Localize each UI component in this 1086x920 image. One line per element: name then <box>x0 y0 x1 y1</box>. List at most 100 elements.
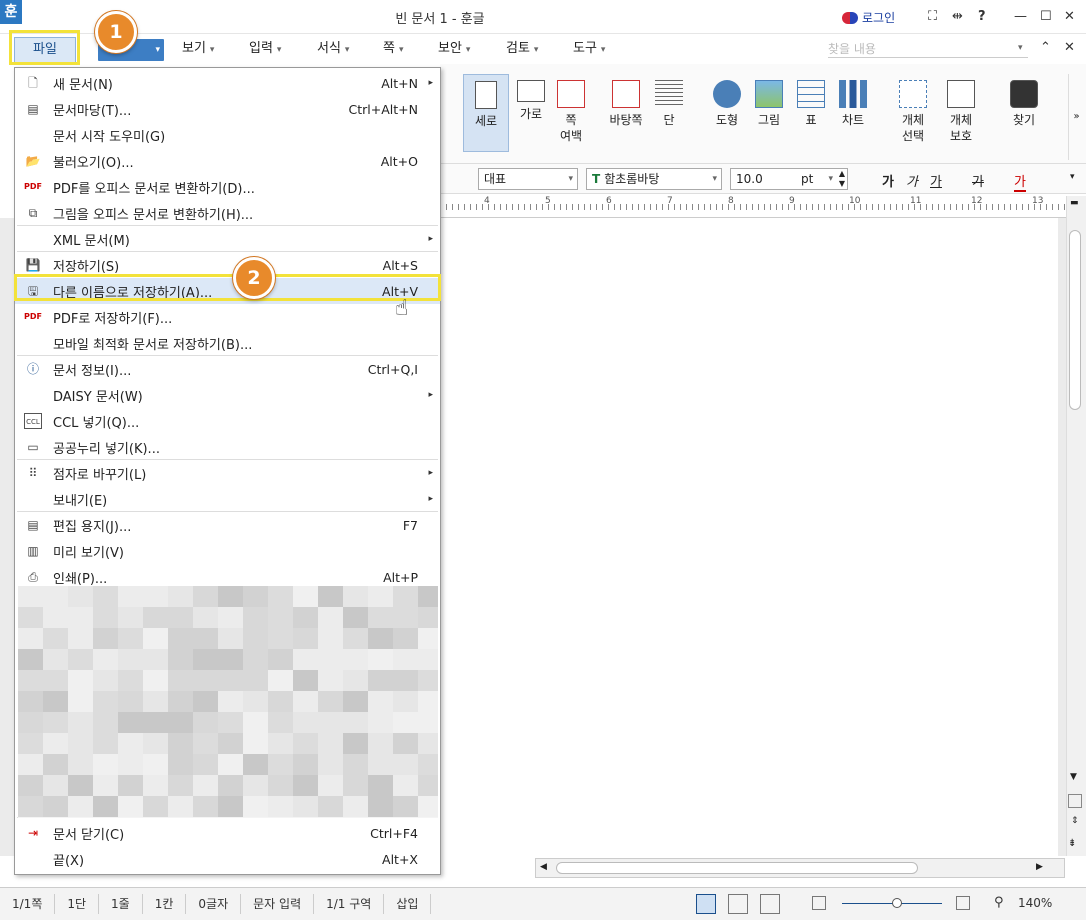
menu-item-ccl[interactable]: CCL CCL 넣기(Q)... <box>15 408 440 434</box>
menu-item-page-setup[interactable]: ▤ 편집 용지(J)... F7 <box>15 512 440 538</box>
style-select[interactable]: 대표 ▾ <box>478 168 578 190</box>
split-view-icon[interactable]: ⇹ <box>952 9 963 24</box>
mosaic-cell <box>18 733 43 754</box>
find-button[interactable]: 찾기 <box>1001 74 1047 152</box>
mosaic-cell <box>243 691 268 712</box>
magnifier-icon[interactable]: ⚲ <box>994 895 1004 910</box>
tab-format[interactable]: 서식 ▾ <box>317 34 349 64</box>
mosaic-cell <box>193 796 218 817</box>
shape-button[interactable]: 도형 <box>704 74 750 152</box>
status-page[interactable]: 1/1쪽 <box>0 894 56 914</box>
menu-item-pdf-convert[interactable]: PDF PDF를 오피스 문서로 변환하기(D)... <box>15 174 440 200</box>
portrait-button[interactable]: 세로 <box>463 74 509 152</box>
menu-item-preview[interactable]: ▥ 미리 보기(V) <box>15 538 440 564</box>
mosaic-cell <box>293 691 318 712</box>
next-page-icon[interactable]: ⇟ <box>1068 838 1076 849</box>
account-icon <box>842 11 858 24</box>
scroll-right-icon[interactable]: ▶ <box>1036 862 1043 872</box>
menu-item-xml[interactable]: XML 문서(M) ▸ <box>15 226 440 252</box>
scroll-down-icon[interactable]: ▼ <box>1070 772 1077 782</box>
mosaic-cell <box>293 712 318 733</box>
mosaic-cell <box>43 733 68 754</box>
menu-item-export[interactable]: 보내기(E) ▸ <box>15 486 440 512</box>
document-page[interactable] <box>440 218 1058 856</box>
login-button[interactable]: 로그인 <box>842 9 895 26</box>
bold-button[interactable]: 가 <box>882 171 894 190</box>
menu-item-daisy[interactable]: DAISY 문서(W) ▸ <box>15 382 440 408</box>
status-insert[interactable]: 삽입 <box>384 894 432 914</box>
font-size-input[interactable]: 10.0 pt ▾ ▲ ▼ <box>730 168 848 190</box>
mosaic-cell <box>118 712 143 733</box>
mosaic-cell <box>18 796 43 817</box>
chart-button[interactable]: 차트 <box>830 74 876 152</box>
menu-item-new[interactable]: 🗋 새 문서(N) Alt+N ▸ <box>15 70 440 96</box>
margin-button[interactable]: 쪽 여백 <box>548 74 594 152</box>
mosaic-cell <box>18 649 43 670</box>
tab-review[interactable]: 검토 ▾ <box>506 34 538 64</box>
mosaic-cell <box>168 670 193 691</box>
zoom-in-icon[interactable] <box>956 896 970 910</box>
view-fit-icon[interactable] <box>760 894 780 914</box>
view-two-page-icon[interactable] <box>728 894 748 914</box>
help-icon[interactable]: ? <box>978 9 986 24</box>
ribbon-close-icon[interactable]: ✕ <box>1064 40 1075 55</box>
mosaic-cell <box>143 586 168 607</box>
button-label: 그림 <box>757 113 781 127</box>
columns-button[interactable]: 단 <box>646 74 692 152</box>
mosaic-cell <box>43 649 68 670</box>
minimize-icon[interactable]: — <box>1014 9 1027 24</box>
menu-item-save-pdf[interactable]: PDF PDF로 저장하기(F)... <box>15 304 440 330</box>
collapse-ribbon-icon[interactable]: ⌃ <box>1040 40 1051 55</box>
close-icon[interactable]: ✕ <box>1064 9 1075 24</box>
menu-item-start-wizard[interactable]: 문서 시작 도우미(G) <box>15 122 440 148</box>
strikethrough-button[interactable]: 가 <box>972 171 984 190</box>
fullscreen-icon[interactable]: ⛶ <box>928 9 937 24</box>
prev-page-icon[interactable]: ⇕ <box>1071 816 1079 826</box>
mosaic-cell <box>393 754 418 775</box>
scroll-left-icon[interactable]: ◀ <box>540 862 547 872</box>
horizontal-scroll-thumb[interactable] <box>556 862 918 874</box>
select-object-button[interactable]: 개체 선택 <box>890 74 936 152</box>
picture-button[interactable]: 그림 <box>746 74 792 152</box>
font-select[interactable]: T 함초롬바탕 ▾ <box>586 168 722 190</box>
protect-object-button[interactable]: 개체 보호 <box>938 74 984 152</box>
size-stepper-icon[interactable]: ▲ ▼ <box>839 169 845 189</box>
scroll-up-icon[interactable]: ▬ <box>1070 198 1079 208</box>
vertical-scroll-thumb[interactable] <box>1069 230 1081 410</box>
format-more-icon[interactable]: ▾ <box>1070 172 1075 182</box>
menu-item-braille[interactable]: ⠿ 점자로 바꾸기(L) ▸ <box>15 460 440 486</box>
page-view-icon[interactable] <box>1068 794 1082 808</box>
italic-button[interactable]: 가 <box>906 171 918 190</box>
menu-item-doc-info[interactable]: ⓘ 문서 정보(I)... Ctrl+Q,I <box>15 356 440 382</box>
mosaic-cell <box>18 754 43 775</box>
zoom-level[interactable]: 140% <box>1018 896 1052 910</box>
ribbon-more-icon[interactable]: » <box>1068 74 1084 160</box>
view-normal-icon[interactable] <box>696 894 716 914</box>
table-button[interactable]: 표 <box>788 74 834 152</box>
preview-icon: ▥ <box>27 544 39 558</box>
menu-item-close-doc[interactable]: ⇥ 문서 닫기(C) Ctrl+F4 <box>15 820 440 846</box>
margin-icon <box>557 80 585 108</box>
tab-security[interactable]: 보안 ▾ <box>438 34 470 64</box>
save-pdf-icon: PDF <box>24 312 42 321</box>
tab-view[interactable]: 보기 ▾ <box>182 34 214 64</box>
tab-insert[interactable]: 입력 ▾ <box>249 34 281 64</box>
zoom-slider-thumb[interactable] <box>892 898 902 908</box>
font-color-button[interactable]: 가 <box>1014 171 1026 192</box>
menu-item-open-license[interactable]: ▭ 공공누리 넣기(K)... <box>15 434 440 460</box>
menu-item-exit[interactable]: 끝(X) Alt+X <box>15 846 440 872</box>
search-dropdown-icon[interactable]: ▾ <box>1018 43 1023 53</box>
mosaic-cell <box>418 628 438 649</box>
search-input[interactable]: 찾을 내용 <box>828 40 1028 58</box>
menu-item-image-convert[interactable]: ⧉ 그림을 오피스 문서로 변환하기(H)... <box>15 200 440 226</box>
menu-item-open[interactable]: 📂 불러오기(O)... Alt+O <box>15 148 440 174</box>
zoom-out-icon[interactable] <box>812 896 826 910</box>
ruler-tick: 6 <box>606 196 612 206</box>
maximize-icon[interactable]: ☐ <box>1040 9 1052 24</box>
menu-item-save-mobile[interactable]: 모바일 최적화 문서로 저장하기(B)... <box>15 330 440 356</box>
tab-tools[interactable]: 도구 ▾ <box>573 34 605 64</box>
underline-button[interactable]: 가 <box>930 171 942 190</box>
tab-page[interactable]: 쪽 ▾ <box>383 34 404 64</box>
menu-item-template[interactable]: ▤ 문서마당(T)... Ctrl+Alt+N <box>15 96 440 122</box>
mosaic-cell <box>18 628 43 649</box>
